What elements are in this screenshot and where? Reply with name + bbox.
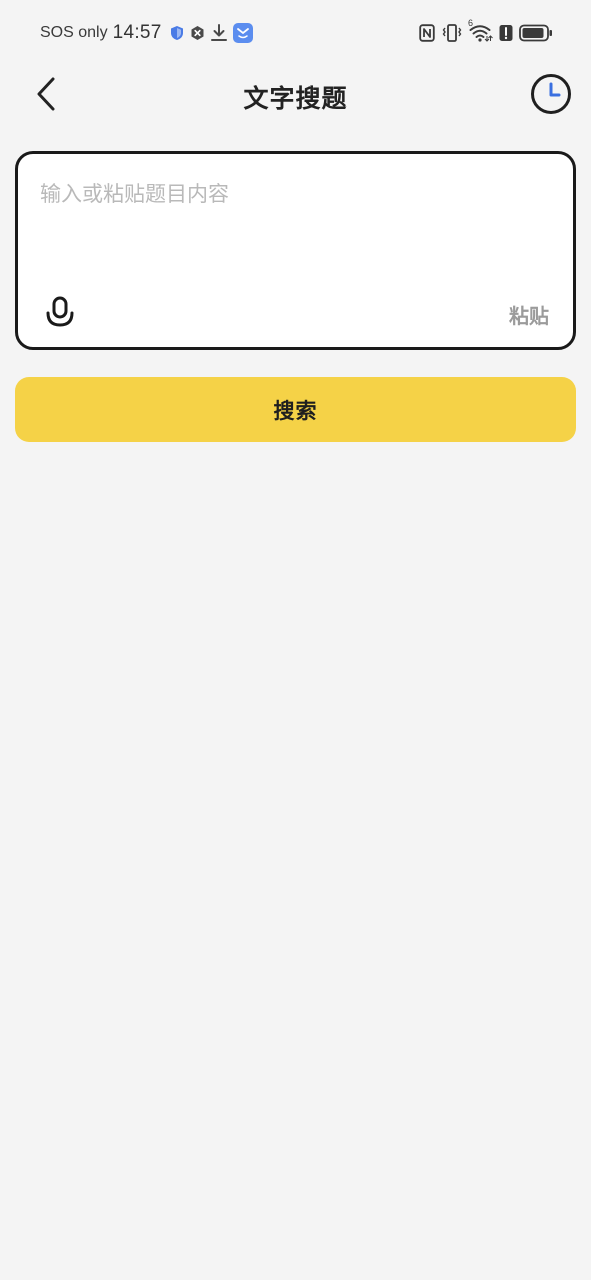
search-button[interactable]: 搜索 bbox=[15, 377, 576, 442]
wifi-icon: 6 bbox=[468, 18, 493, 42]
download-icon bbox=[210, 24, 227, 42]
question-input[interactable] bbox=[40, 178, 550, 278]
question-input-card: 粘贴 bbox=[15, 151, 576, 350]
page-title: 文字搜题 bbox=[243, 84, 348, 113]
microphone-icon bbox=[45, 296, 75, 332]
shield-icon bbox=[170, 25, 184, 41]
status-bar: SOS only 14:57 6 bbox=[0, 0, 591, 66]
history-button[interactable] bbox=[530, 73, 572, 119]
carrier-label: SOS only bbox=[40, 24, 108, 41]
nfc-icon bbox=[419, 24, 435, 42]
search-button-label: 搜索 bbox=[273, 398, 318, 423]
clock-icon bbox=[530, 73, 572, 119]
wifi-badge: 6 bbox=[468, 18, 474, 28]
status-bar-right: 6 bbox=[413, 18, 553, 45]
status-bar-left: SOS only 14:57 bbox=[40, 21, 259, 45]
app-notification-icon bbox=[232, 23, 253, 43]
voice-input-button[interactable] bbox=[43, 296, 77, 332]
text-search-screen: SOS only 14:57 6 文字搜题 输入或粘贴题目内容 粘贴 搜索 bbox=[0, 0, 591, 1280]
blocked-icon bbox=[190, 25, 205, 41]
header: 文字搜题 bbox=[0, 66, 591, 126]
alert-icon bbox=[499, 24, 513, 42]
paste-button[interactable]: 粘贴 bbox=[509, 300, 549, 329]
battery-icon bbox=[519, 24, 553, 42]
vibrate-icon bbox=[441, 24, 463, 42]
clock-time: 14:57 bbox=[112, 22, 162, 43]
